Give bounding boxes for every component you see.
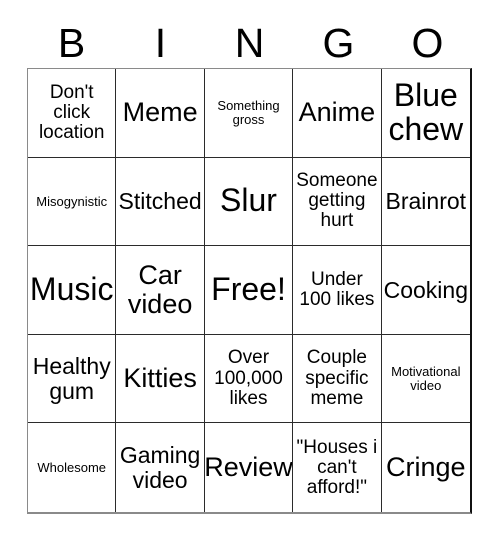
bingo-cell-label: Don't click location [38,81,105,143]
bingo-header-letter-o: O [411,19,444,66]
bingo-cell-r3c3[interactable]: Free! [204,246,294,335]
bingo-cell-r5c4[interactable]: "Houses i can't afford!" [293,423,382,512]
bingo-cell-label: Brainrot [385,188,467,215]
bingo-cell-r3c4[interactable]: Under 100 likes [293,246,382,335]
bingo-cell-r1c4[interactable]: Anime [293,69,382,158]
bingo-cell-r2c5[interactable]: Brainrot [381,157,470,247]
bingo-cell-label: Blue chew [388,76,464,147]
bingo-cell-label: Cringe [386,452,466,483]
bingo-header-letter-g: G [322,19,355,66]
bingo-cell-label: Slur [220,182,277,219]
bingo-cell-r2c1[interactable]: Misogynistic [28,157,117,247]
bingo-cell-label: Under 100 likes [299,268,375,310]
bingo-header-letter-n: N [234,19,265,66]
bingo-cell-r1c1[interactable]: Don't click location [28,69,117,158]
bingo-cell-r4c3[interactable]: Over 100,000 likes [204,334,294,424]
bingo-cell-label: Cooking [383,276,468,303]
bingo-cell-label: Motivational video [391,363,461,393]
bingo-cell-label: Misogynistic [36,193,108,209]
bingo-cell-r4c1[interactable]: Healthy gum [28,334,117,424]
bingo-cell-label: Car video [127,260,193,319]
bingo-cell-r4c2[interactable]: Kitties [116,334,205,424]
bingo-cell-label: Someone getting hurt [296,170,378,232]
bingo-cell-label: Stitched [118,188,202,215]
bingo-cell-r5c5[interactable]: Cringe [381,423,470,512]
bingo-cell-label: Meme [122,97,198,128]
bingo-cell-label: Healthy gum [32,353,111,404]
bingo-cell-label: "Houses i can't afford!" [296,436,378,498]
bingo-cell-label: Music [29,271,114,308]
bingo-cell-label: Kitties [123,363,197,394]
bingo-header-letter-b: B [57,19,86,66]
bingo-cell-label: Anime [298,97,376,128]
bingo-cell-r4c4[interactable]: Couple specific meme [293,334,382,424]
bingo-header-letter-i: I [154,19,167,66]
bingo-cell-label: Gaming video [119,442,201,493]
bingo-cell-r3c2[interactable]: Car video [116,246,205,335]
bingo-cell-r5c1[interactable]: Wholesome [28,423,117,512]
bingo-cell-label: Couple specific meme [305,347,369,409]
bingo-cell-r1c5[interactable]: Blue chew [381,69,470,158]
bingo-cell-r2c2[interactable]: Stitched [116,157,205,247]
bingo-cell-r5c2[interactable]: Gaming video [116,423,205,512]
bingo-cell-r3c1[interactable]: Music [28,246,117,335]
bingo-grid: Don't click location Meme Something gross A… [27,68,472,514]
bingo-cell-r2c3[interactable]: Slur [204,157,294,247]
bingo-card: B I N G O Don't click location Meme Someth… [0,0,500,544]
bingo-cell-label: Free! [211,271,286,308]
bingo-cell-r1c3[interactable]: Something gross [204,69,294,158]
bingo-cell-label: Review [204,452,293,483]
bingo-cell-r2c4[interactable]: Someone getting hurt [293,157,382,247]
bingo-cell-r3c5[interactable]: Cooking [381,246,470,335]
bingo-cell-label: Something gross [217,98,280,127]
bingo-cell-label: Wholesome [37,459,107,475]
bingo-cell-label: Over 100,000 likes [214,347,283,409]
bingo-cell-r4c5[interactable]: Motivational video [381,334,470,424]
bingo-cell-r1c2[interactable]: Meme [116,69,205,158]
bingo-cell-r5c3[interactable]: Review [204,423,294,512]
bingo-header-row: B I N G O [27,18,472,68]
